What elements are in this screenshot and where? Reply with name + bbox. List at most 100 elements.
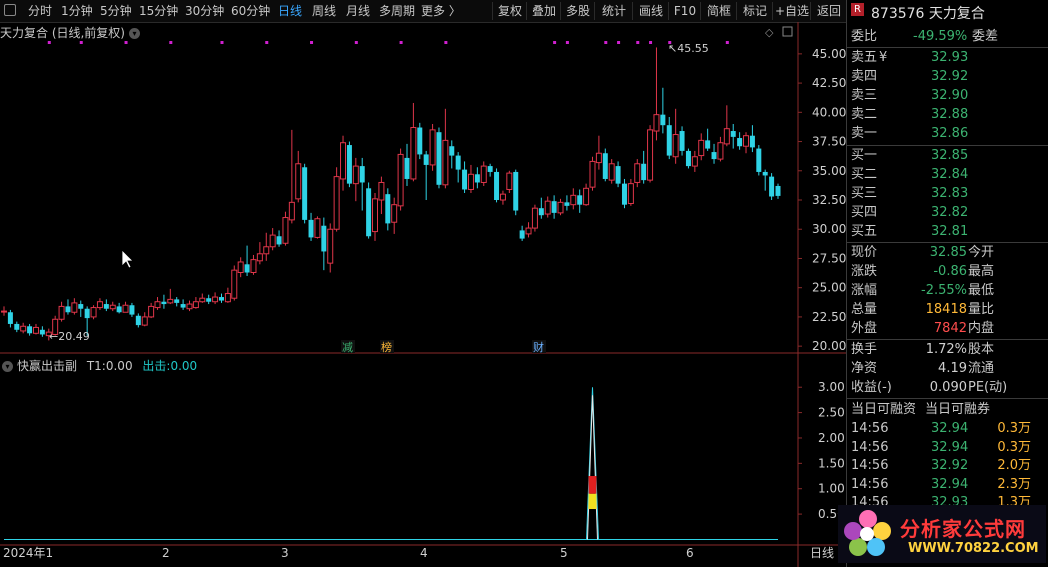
candle-body	[743, 135, 750, 147]
candle-body	[672, 134, 679, 158]
candle-body	[352, 165, 359, 185]
signal-dot	[725, 41, 729, 44]
date-label-feb: 2	[162, 546, 170, 560]
date-label-may: 5	[560, 546, 568, 560]
candle	[404, 143, 410, 186]
candle-body	[564, 202, 570, 206]
stat-value: 7842	[933, 321, 967, 336]
sell-level-row[interactable]: 卖二 32.88	[851, 106, 1047, 124]
stat-value: 1.72%	[925, 342, 967, 357]
candle-body	[122, 304, 129, 313]
candle-body	[308, 219, 314, 238]
candle-body	[775, 185, 781, 196]
window-icon[interactable]	[782, 26, 793, 37]
signal-bar-red	[588, 476, 597, 494]
candle	[666, 116, 672, 160]
candle	[608, 159, 615, 184]
buy-level-row[interactable]: 买一 32.85	[851, 147, 1047, 165]
quote-stat-row: 换手 1.72% 股本	[851, 341, 1047, 359]
logo-url: WWW.70822.COM	[908, 541, 1039, 556]
stat-value: 0.090	[929, 380, 967, 395]
y-tick-label: 27.50	[812, 251, 846, 265]
quote-stat-row: 总量 18418 量比	[851, 301, 1047, 319]
divider	[846, 339, 1048, 340]
signal-dot	[169, 41, 173, 44]
candle	[352, 157, 359, 202]
y-tick-label: 42.50	[812, 76, 846, 90]
signal-dot	[604, 41, 608, 44]
candle	[71, 298, 78, 315]
candle-body	[295, 163, 302, 200]
signal-dot	[553, 41, 557, 44]
candle	[20, 322, 27, 334]
sell-level-row[interactable]: 卖三 32.90	[851, 87, 1047, 105]
sub-y-tick-label: 2.50	[818, 406, 845, 420]
candle-body	[39, 329, 45, 335]
candle	[122, 301, 129, 313]
candle-body	[404, 157, 410, 179]
candle-body	[442, 139, 449, 186]
candle	[263, 232, 270, 261]
candle-body	[608, 163, 615, 181]
candle	[302, 163, 308, 224]
candle-body	[327, 228, 334, 264]
candle	[410, 102, 417, 182]
buy-level-label: 买三	[851, 186, 878, 201]
stat-label: 换手	[851, 342, 878, 357]
kline-chart[interactable]: 20.0022.5025.0027.5030.0032.5035.0037.50…	[0, 0, 846, 567]
sell-level-row[interactable]: 卖四 32.92	[851, 68, 1047, 86]
stat-label-right: PE(动)	[968, 380, 1008, 395]
candle-body	[544, 200, 551, 215]
candle-body	[762, 171, 768, 176]
candle-body	[666, 125, 672, 156]
candle-body	[525, 227, 532, 235]
candle	[577, 189, 583, 213]
candle-body	[602, 153, 608, 179]
buy-level-row[interactable]: 买五 32.81	[851, 223, 1047, 241]
divider	[846, 145, 1048, 146]
candle	[58, 301, 65, 322]
signal-bar-yellow	[588, 493, 597, 510]
signal-dot	[649, 41, 653, 44]
quote-stat-row: 现价 32.85 今开	[851, 244, 1047, 262]
sell-level-row[interactable]: 卖一 32.86	[851, 125, 1047, 143]
candle-body	[769, 176, 775, 197]
candle	[531, 204, 538, 232]
buy-level-row[interactable]: 买三 32.83	[851, 185, 1047, 203]
candle-body	[417, 127, 423, 155]
sell-level-row[interactable]: 卖五 ¥32.93	[851, 49, 1047, 67]
candle	[237, 257, 244, 278]
stat-label-right: 最低	[968, 283, 995, 298]
buy-level-row[interactable]: 买二 32.84	[851, 166, 1047, 184]
diamond-icon[interactable]: ◇	[765, 26, 774, 39]
candle	[589, 156, 596, 191]
candle	[743, 132, 750, 154]
candle	[269, 228, 276, 251]
candle-body	[199, 297, 206, 303]
candle-body	[506, 172, 513, 190]
candle-body	[65, 306, 71, 313]
candle	[154, 297, 161, 310]
candle-body	[551, 201, 557, 213]
r-badge: R	[851, 3, 864, 16]
candle-body	[378, 181, 385, 201]
candle	[27, 323, 33, 336]
y-tick-label: 20.00	[812, 339, 846, 353]
marker-finance-label: 财	[533, 340, 544, 354]
buy-level-row[interactable]: 买四 32.82	[851, 204, 1047, 222]
y-tick-label: 25.00	[812, 281, 846, 295]
candle-body	[372, 198, 379, 233]
candle	[756, 145, 762, 176]
candle-body	[449, 146, 455, 156]
candle	[218, 293, 224, 303]
quote-stat-row: 外盘 7842 内盘	[851, 320, 1047, 338]
stock-code-name[interactable]: 873576 天力复合	[871, 3, 985, 23]
candle	[314, 216, 321, 239]
candle-body	[519, 230, 525, 239]
candle	[429, 124, 436, 171]
yen-icon: ¥	[879, 50, 888, 65]
candle	[65, 299, 71, 315]
candle	[487, 163, 493, 177]
candle	[397, 148, 404, 211]
candle	[474, 167, 480, 189]
